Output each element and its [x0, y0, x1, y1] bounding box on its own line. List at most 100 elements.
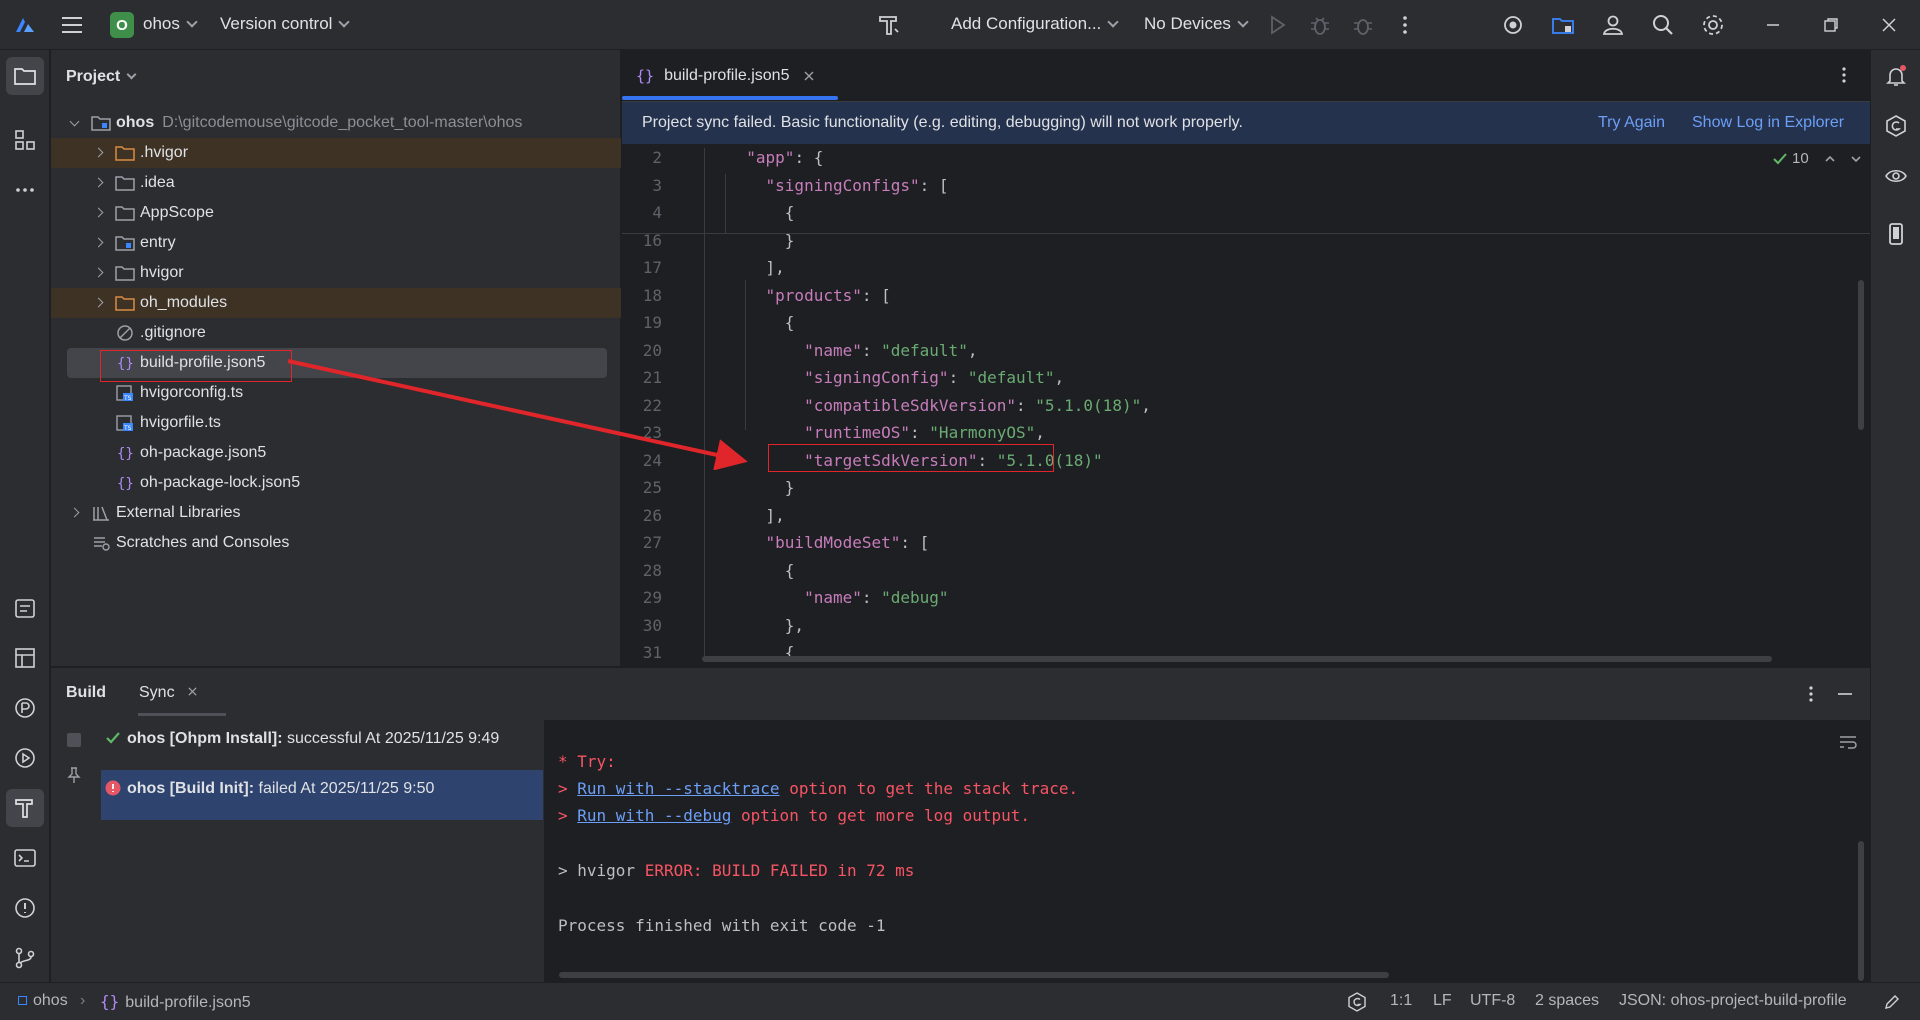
code-line[interactable]: "app": {	[727, 148, 823, 167]
run-icon[interactable]	[1264, 12, 1290, 38]
codegenie-icon[interactable]	[1884, 114, 1908, 138]
panel-more-icon[interactable]	[1801, 684, 1821, 704]
pin-icon[interactable]	[65, 766, 83, 784]
console-vertical-scrollbar[interactable]	[1858, 841, 1864, 981]
tree-item-oh-modules[interactable]: oh_modules	[51, 288, 621, 318]
close-tab-icon[interactable]	[803, 70, 815, 82]
code-line[interactable]: "products": [	[727, 286, 891, 305]
project-structure-icon[interactable]	[1550, 12, 1576, 38]
try-again-link[interactable]: Try Again	[1598, 114, 1665, 132]
code-line[interactable]: "name": "debug"	[727, 588, 949, 607]
tree-item-oh-package-lock[interactable]: {} oh-package-lock.json5	[51, 468, 621, 498]
tab-sync[interactable]: Sync	[139, 684, 198, 702]
expand-chevron-icon[interactable]	[93, 237, 104, 248]
expand-chevron-icon[interactable]	[69, 507, 80, 518]
tree-item-entry[interactable]: entry	[51, 228, 621, 258]
main-menu-icon[interactable]	[60, 13, 84, 37]
file-encoding[interactable]: UTF-8	[1470, 992, 1515, 1010]
tree-item-gitignore[interactable]: .gitignore	[51, 318, 621, 348]
stacktrace-link[interactable]: Run with --stacktrace	[577, 779, 779, 798]
line-separator[interactable]: LF	[1433, 992, 1452, 1010]
expand-chevron-icon[interactable]	[93, 267, 104, 278]
code-line[interactable]: ],	[727, 258, 785, 277]
problems-icon[interactable]	[13, 896, 37, 920]
notifications-bell-icon[interactable]	[1884, 64, 1908, 88]
project-selector[interactable]: ohos	[143, 14, 198, 34]
expand-chevron-icon[interactable]	[93, 297, 104, 308]
console-horizontal-scrollbar[interactable]	[559, 972, 1389, 978]
services-icon[interactable]	[13, 746, 37, 770]
profiler-icon[interactable]	[13, 696, 37, 720]
run-configuration-selector[interactable]: Add Configuration...	[951, 14, 1119, 34]
horizontal-scrollbar[interactable]	[702, 656, 1772, 662]
device-phone-icon[interactable]	[1884, 222, 1908, 246]
read-only-toggle-icon[interactable]	[1883, 993, 1901, 1011]
code-line[interactable]: ],	[727, 506, 785, 525]
tab-build-profile[interactable]: {} build-profile.json5	[636, 50, 815, 102]
tree-root-ohos[interactable]: ohos D:\gitcodemouse\gitcode_pocket_tool-…	[51, 108, 621, 138]
attach-debugger-icon[interactable]	[1350, 12, 1376, 38]
hide-panel-icon[interactable]	[1835, 684, 1855, 704]
close-window-icon[interactable]	[1878, 14, 1900, 36]
settings-gear-icon[interactable]	[1700, 12, 1726, 38]
build-hammer-icon[interactable]	[13, 796, 37, 820]
hammer-build-icon[interactable]	[876, 12, 902, 38]
tree-item-idea[interactable]: .idea	[51, 168, 621, 198]
code-line[interactable]: }	[727, 231, 795, 250]
restore-icon[interactable]	[1820, 14, 1842, 36]
build-console-output[interactable]: * Try: > Run with --stacktrace option to…	[544, 720, 1870, 983]
code-line[interactable]: "buildModeSet": [	[727, 533, 930, 552]
code-line[interactable]: "compatibleSdkVersion": "5.1.0(18)",	[727, 396, 1151, 415]
debug-icon[interactable]	[1307, 12, 1333, 38]
debug-link[interactable]: Run with --debug	[577, 806, 731, 825]
layout-icon[interactable]	[13, 646, 37, 670]
structure-icon[interactable]	[13, 128, 37, 152]
breadcrumb-file[interactable]: {} build-profile.json5	[100, 992, 251, 1012]
tab-build[interactable]: Build	[66, 684, 106, 702]
account-icon[interactable]	[1600, 12, 1626, 38]
expand-chevron-icon[interactable]	[69, 116, 80, 127]
minimize-icon[interactable]	[1762, 14, 1784, 36]
vertical-scrollbar[interactable]	[1858, 280, 1864, 430]
breadcrumb-project[interactable]: ohos	[18, 992, 68, 1010]
code-line[interactable]: }	[727, 478, 795, 497]
device-selector[interactable]: No Devices	[1144, 14, 1249, 34]
expand-chevron-icon[interactable]	[93, 147, 104, 158]
next-highlight-icon[interactable]	[1849, 152, 1863, 166]
tree-item-appscope[interactable]: AppScope	[51, 198, 621, 228]
tree-external-libraries[interactable]: External Libraries	[51, 498, 621, 528]
json-schema[interactable]: JSON: ohos-project-build-profile	[1619, 992, 1847, 1010]
editor-more-icon[interactable]	[1834, 65, 1854, 85]
inspection-widget[interactable]: 10	[1772, 150, 1863, 167]
tree-scratches-consoles[interactable]: Scratches and Consoles	[51, 528, 621, 558]
stop-build-icon[interactable]	[67, 733, 81, 747]
code-area[interactable]: 10 2 "app": {3 "signingConfigs": [4 {16 …	[622, 144, 1870, 666]
project-badge[interactable]: O	[110, 12, 134, 38]
more-tools-icon[interactable]	[13, 178, 37, 202]
previewer-eye-icon[interactable]	[1884, 164, 1908, 188]
previous-highlight-icon[interactable]	[1823, 152, 1837, 166]
search-icon[interactable]	[1650, 12, 1676, 38]
tree-item-hvigor-hidden[interactable]: .hvigor	[51, 138, 621, 168]
build-task-row-selected[interactable]: ohos [Build Init]: failed At 2025/11/25 …	[101, 770, 543, 820]
expand-chevron-icon[interactable]	[93, 207, 104, 218]
project-panel-title[interactable]: Project	[66, 68, 137, 86]
caret-position[interactable]: 1:1	[1390, 992, 1412, 1010]
build-task-row[interactable]: ohos [Ohpm Install]: successful At 2025/…	[101, 720, 543, 770]
device-manager-icon[interactable]	[1500, 12, 1526, 38]
code-line[interactable]: {	[727, 203, 795, 222]
more-actions-icon[interactable]	[1392, 12, 1418, 38]
git-icon[interactable]	[13, 946, 37, 970]
tree-item-hvigor[interactable]: hvigor	[51, 258, 621, 288]
project-folder-icon[interactable]	[13, 64, 37, 88]
code-line[interactable]: {	[727, 561, 795, 580]
todo-icon[interactable]	[13, 596, 37, 620]
version-control-menu[interactable]: Version control	[220, 14, 351, 34]
terminal-icon[interactable]	[13, 846, 37, 870]
code-line[interactable]: {	[727, 313, 795, 332]
soft-wrap-icon[interactable]	[1838, 732, 1858, 752]
code-line[interactable]: "signingConfigs": [	[727, 176, 949, 195]
indent-setting[interactable]: 2 spaces	[1535, 992, 1599, 1010]
close-tab-icon[interactable]	[187, 686, 198, 697]
expand-chevron-icon[interactable]	[93, 177, 104, 188]
